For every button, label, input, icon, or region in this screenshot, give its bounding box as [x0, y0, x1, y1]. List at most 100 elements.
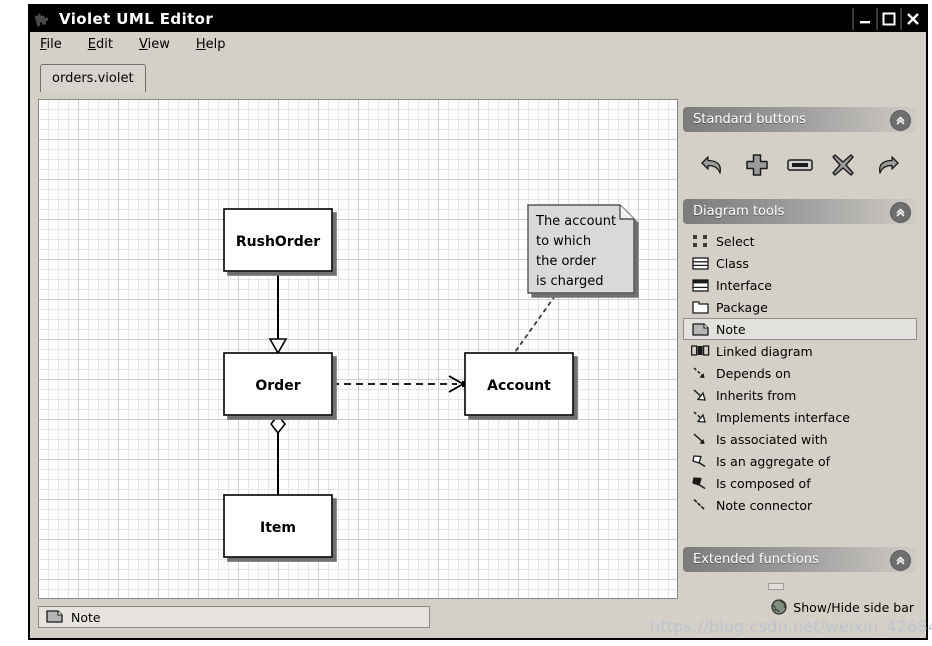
tool-label: Note	[716, 321, 746, 337]
diagram-tools-list: Select Class Interface Package Note Link…	[678, 230, 922, 516]
tool-label: Package	[716, 299, 768, 315]
note-icon	[690, 321, 710, 337]
maximize-icon[interactable]	[876, 8, 900, 30]
menu-help-rest: elp	[205, 37, 226, 52]
window-controls	[852, 6, 924, 32]
edge-inherits-from[interactable]	[268, 271, 288, 355]
menu-file-rest: ile	[46, 37, 62, 52]
hollow-diamond-icon	[690, 453, 710, 469]
note-line-2: to which	[536, 234, 591, 249]
tool-item-is-associated-with[interactable]: Is associated with	[683, 428, 917, 450]
x-cross-icon[interactable]	[826, 148, 860, 182]
class-box-icon	[690, 255, 710, 271]
class-node-item[interactable]: Item	[223, 494, 333, 558]
hollow-triangle-arrow-icon	[690, 387, 710, 403]
interface-box-icon	[690, 277, 710, 293]
status-bar-label: Note	[71, 609, 101, 625]
tool-item-implements-interface[interactable]: Implements interface	[683, 406, 917, 428]
filled-diamond-icon	[690, 475, 710, 491]
tool-item-class[interactable]: Class	[683, 252, 917, 274]
tool-item-select[interactable]: Select	[683, 230, 917, 252]
window-title: Violet UML Editor	[59, 10, 214, 28]
tab-orders-violet[interactable]: orders.violet	[40, 64, 146, 92]
edge-depends-on[interactable]	[329, 375, 468, 393]
tool-label: Linked diagram	[716, 343, 813, 359]
plain-arrow-icon	[690, 431, 710, 447]
standard-buttons-header[interactable]: Standard buttons	[683, 107, 917, 132]
tool-item-interface[interactable]: Interface	[683, 274, 917, 296]
edge-is-an-aggregate-of[interactable]	[269, 413, 287, 495]
menu-item-file[interactable]: File	[40, 37, 62, 52]
extended-functions-header[interactable]: Extended functions	[683, 547, 917, 572]
class-node-rushorder-label: RushOrder	[236, 234, 320, 250]
note-node[interactable]: The account to which the order is charge…	[527, 204, 635, 294]
tab-label: orders.violet	[52, 71, 134, 86]
tool-label: Select	[716, 233, 755, 249]
menu-bar: File Edit View Help	[30, 32, 926, 57]
tool-item-note-connector[interactable]: Note connector	[683, 494, 917, 516]
redo-arrow-icon[interactable]	[869, 148, 903, 182]
class-node-account-label: Account	[487, 378, 551, 394]
note-line-1: The account	[535, 214, 616, 229]
show-hide-side-bar-button[interactable]: Show/Hide side bar	[770, 598, 914, 616]
chevron-double-up-icon[interactable]	[890, 110, 911, 131]
chevron-double-up-icon[interactable]	[890, 550, 911, 571]
menu-item-help[interactable]: Help	[196, 37, 226, 52]
menu-edit-mnemonic: E	[87, 37, 96, 52]
tool-item-package[interactable]: Package	[683, 296, 917, 318]
tool-label: Is associated with	[716, 431, 828, 447]
menu-help-mnemonic: H	[195, 37, 206, 52]
menu-view-rest: iew	[147, 37, 170, 52]
class-node-order-label: Order	[255, 378, 300, 394]
extended-functions-panel: Extended functions	[678, 547, 922, 572]
select-handles-icon	[690, 233, 710, 249]
note-line-3: the order	[536, 254, 597, 269]
tool-item-depends-on[interactable]: Depends on	[683, 362, 917, 384]
chevron-double-up-icon[interactable]	[890, 202, 911, 223]
standard-buttons-title: Standard buttons	[693, 112, 806, 127]
tool-label: Implements interface	[716, 409, 850, 425]
package-folder-icon	[690, 299, 710, 315]
menu-item-edit[interactable]: Edit	[88, 37, 113, 52]
sidebar-resize-handle[interactable]	[768, 583, 784, 590]
tool-label: Inherits from	[716, 387, 797, 403]
plus-cross-icon[interactable]	[740, 148, 774, 182]
diagram-tools-panel: Diagram tools Select Class Interface Pac…	[678, 199, 922, 516]
menu-view-mnemonic: V	[138, 37, 148, 52]
tool-item-linked-diagram[interactable]: Linked diagram	[683, 340, 917, 362]
screenshot-root: Violet UML Editor File Edit View Help or…	[0, 0, 932, 646]
tool-item-is-composed-of[interactable]: Is composed of	[683, 472, 917, 494]
class-node-account[interactable]: Account	[464, 352, 574, 416]
show-hide-side-bar-label: Show/Hide side bar	[793, 599, 914, 615]
globe-icon	[770, 598, 788, 616]
class-node-order[interactable]: Order	[223, 352, 333, 416]
diagram-tools-header[interactable]: Diagram tools	[683, 199, 917, 224]
diagram-canvas[interactable]: RushOrder Order Item Account The account…	[38, 99, 678, 599]
menu-item-view[interactable]: View	[139, 37, 170, 52]
tool-item-note[interactable]: Note	[683, 318, 917, 340]
standard-buttons-row	[678, 138, 922, 192]
standard-buttons-panel: Standard buttons	[678, 107, 922, 192]
tool-label: Depends on	[716, 365, 791, 381]
tool-label: Class	[716, 255, 749, 271]
undo-arrow-icon[interactable]	[697, 148, 731, 182]
application-window: Violet UML Editor File Edit View Help or…	[28, 4, 928, 640]
class-node-item-label: Item	[260, 520, 296, 536]
note-icon	[46, 610, 64, 624]
status-bar: Note	[38, 606, 430, 628]
tool-label: Note connector	[716, 497, 813, 513]
dotted-line-icon	[690, 497, 710, 513]
extended-functions-title: Extended functions	[693, 552, 819, 567]
class-node-rushorder[interactable]: RushOrder	[223, 208, 333, 272]
tool-label: Interface	[716, 277, 772, 293]
minimize-icon[interactable]	[852, 8, 876, 30]
dashed-triangle-arrow-icon	[690, 409, 710, 425]
minus-bar-icon[interactable]	[783, 148, 817, 182]
diagram-tools-title: Diagram tools	[693, 204, 785, 219]
puzzle-piece-icon	[33, 9, 53, 29]
tool-item-inherits-from[interactable]: Inherits from	[683, 384, 917, 406]
tool-label: Is an aggregate of	[716, 453, 831, 469]
dashed-arrow-icon	[690, 365, 710, 381]
tool-item-is-an-aggregate-of[interactable]: Is an aggregate of	[683, 450, 917, 472]
close-icon[interactable]	[900, 8, 924, 30]
